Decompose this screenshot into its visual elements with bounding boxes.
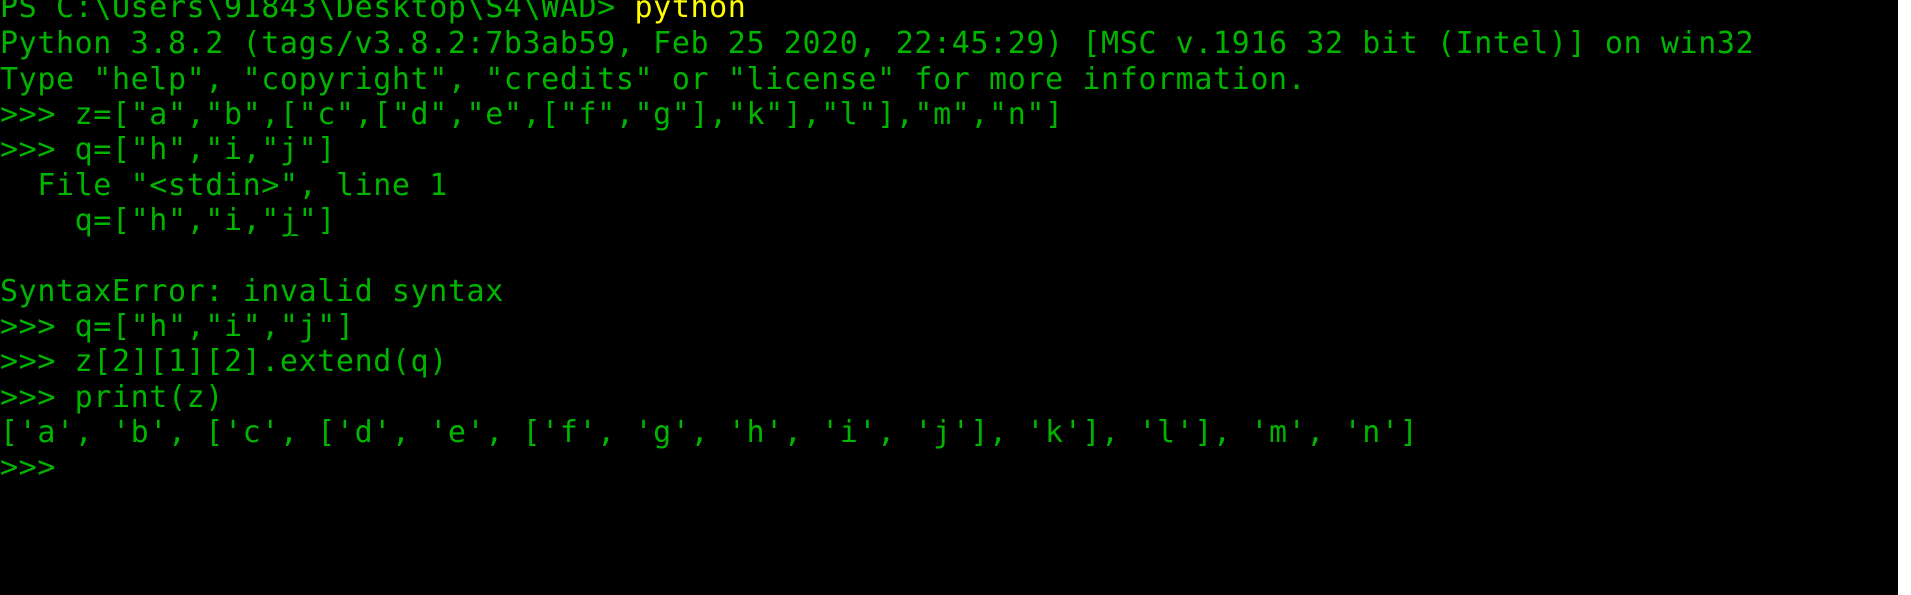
repl-input-line: >>> print(z) [0,380,224,415]
error-caret-icon [290,234,299,239]
repl-input-line: >>> q=["h","i","j"] [0,309,355,344]
prompt-command: python [634,0,747,25]
repl-input-line: >>> q=["h","i,"j"] [0,132,336,167]
traceback-code-line: q=["h","i,"j"] [0,203,336,238]
powershell-prompt-line: PS C:\Users\91843\Desktop\S4\WAD> python [0,0,746,25]
vertical-scrollbar[interactable] [1898,0,1911,595]
prompt-path: PS C:\Users\91843\Desktop\S4\WAD> [0,0,635,25]
repl-current-prompt[interactable]: >>> [0,450,75,485]
python-version-line: Python 3.8.2 (tags/v3.8.2:7b3ab59, Feb 2… [0,26,1755,61]
python-help-line: Type "help", "copyright", "credits" or "… [0,62,1307,97]
repl-input-line: >>> z[2][1][2].extend(q) [0,344,448,379]
repl-input-line: >>> z=["a","b",["c",["d","e",["f","g"],"… [0,97,1064,132]
syntax-error-line: SyntaxError: invalid syntax [0,274,504,309]
repl-output-line: ['a', 'b', ['c', ['d', 'e', ['f', 'g', '… [0,415,1419,450]
terminal-window[interactable]: PS C:\Users\91843\Desktop\S4\WAD> python… [0,0,1898,595]
traceback-file-line: File "<stdin>", line 1 [0,168,448,203]
